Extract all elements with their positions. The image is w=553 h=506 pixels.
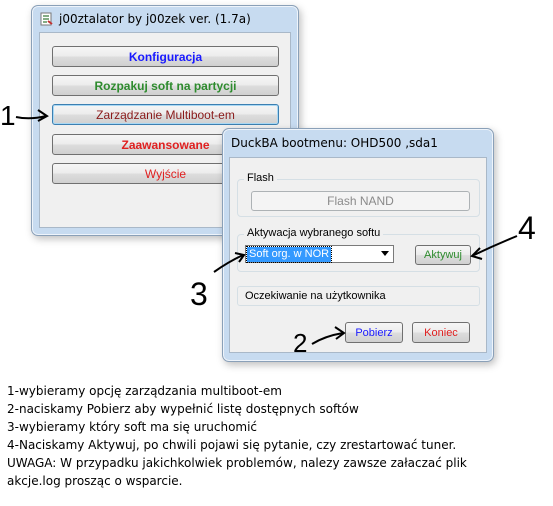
main-window-titlebar[interactable]: j00ztalator by j00zek ver. (1.7a) <box>32 6 298 32</box>
dialog-client: Flash Flash NAND Aktywacja wybranego sof… <box>229 157 487 353</box>
status-field: Oczekiwanie na użytkownika <box>237 286 480 306</box>
bootmenu-dialog: DuckBA bootmenu: OHD500 ,sda1 Flash Flas… <box>222 128 494 362</box>
soft-activation-legend: Aktywacja wybranego softu <box>244 227 384 239</box>
main-window-title: j00ztalator by j00zek ver. (1.7a) <box>59 12 251 26</box>
zarzadzanie-multiboot-button[interactable]: Zarządzanie Multiboot-em <box>52 104 279 125</box>
status-text: Oczekiwanie na użytkownika <box>245 290 386 302</box>
konfiguracja-button[interactable]: Konfiguracja <box>52 46 279 67</box>
annotation-1: 1 <box>0 100 16 131</box>
flash-group-legend: Flash <box>244 172 277 184</box>
instruction-line: akcje.log prosząc o wsparcie. <box>7 474 183 488</box>
flash-nand-button: Flash NAND <box>251 191 470 211</box>
instruction-line: 3-wybieramy który soft ma się uruchomić <box>7 420 258 434</box>
flash-group: Flash Flash NAND <box>237 172 480 217</box>
aktywuj-button[interactable]: Aktywuj <box>415 245 471 265</box>
annotation-3: 3 <box>190 276 208 312</box>
soft-activation-group: Aktywacja wybranego softu Soft org. w NO… <box>237 227 480 272</box>
koniec-button[interactable]: Koniec <box>412 322 470 343</box>
dialog-title: DuckBA bootmenu: OHD500 ,sda1 <box>231 136 438 150</box>
app-icon <box>40 12 54 26</box>
annotation-4: 4 <box>518 210 536 246</box>
dialog-titlebar[interactable]: DuckBA bootmenu: OHD500 ,sda1 <box>223 129 493 157</box>
soft-select[interactable]: Soft org. w NOR <box>245 245 394 263</box>
soft-select-value: Soft org. w NOR <box>245 245 333 263</box>
instruction-line: UWAGA: W przypadku jakichkolwiek problem… <box>7 456 467 470</box>
dropdown-arrow-icon[interactable] <box>381 251 389 256</box>
instruction-line: 1-wybieramy opcję zarządzania multiboot-… <box>7 384 282 398</box>
annotation-2: 2 <box>293 328 308 358</box>
instruction-line: 2-naciskamy Pobierz aby wypełnić listę d… <box>7 402 359 416</box>
rozpakuj-button[interactable]: Rozpakuj soft na partycji <box>52 75 279 96</box>
instruction-line: 4-Naciskamy Aktywuj, po chwili pojawi si… <box>7 438 457 452</box>
instructions: 1-wybieramy opcję zarządzania multiboot-… <box>7 382 467 490</box>
pobierz-button[interactable]: Pobierz <box>345 322 403 343</box>
